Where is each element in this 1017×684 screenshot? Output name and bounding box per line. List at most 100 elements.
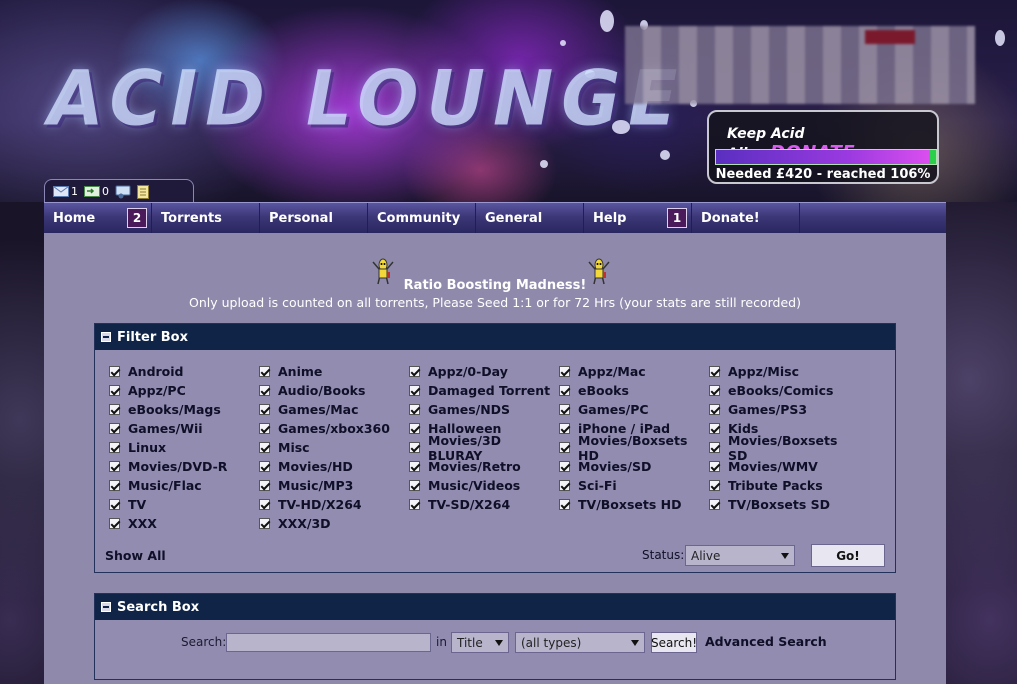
category-checkbox[interactable] bbox=[259, 518, 270, 529]
filter-box-header[interactable]: Filter Box bbox=[95, 324, 895, 350]
category-filter[interactable]: eBooks/Mags bbox=[109, 400, 259, 419]
category-checkbox[interactable] bbox=[409, 499, 420, 510]
search-input[interactable] bbox=[226, 633, 431, 652]
category-checkbox[interactable] bbox=[409, 385, 420, 396]
category-filter[interactable]: Movies/Retro bbox=[409, 457, 559, 476]
category-checkbox[interactable] bbox=[709, 442, 720, 453]
category-filter[interactable]: XXX bbox=[109, 514, 259, 533]
category-filter[interactable]: Appz/PC bbox=[109, 381, 259, 400]
category-filter[interactable]: Appz/Mac bbox=[559, 362, 709, 381]
category-checkbox[interactable] bbox=[559, 461, 570, 472]
category-filter[interactable]: Music/Flac bbox=[109, 476, 259, 495]
category-filter[interactable]: Movies/SD bbox=[559, 457, 709, 476]
category-checkbox[interactable] bbox=[259, 404, 270, 415]
category-checkbox[interactable] bbox=[259, 385, 270, 396]
category-filter[interactable]: Movies/WMV bbox=[709, 457, 859, 476]
category-filter[interactable]: Appz/Misc bbox=[709, 362, 859, 381]
category-checkbox[interactable] bbox=[709, 480, 720, 491]
category-filter[interactable]: Games/Mac bbox=[259, 400, 409, 419]
category-checkbox[interactable] bbox=[559, 366, 570, 377]
category-filter[interactable]: Audio/Books bbox=[259, 381, 409, 400]
category-filter[interactable]: eBooks/Comics bbox=[709, 381, 859, 400]
category-checkbox[interactable] bbox=[409, 423, 420, 434]
category-filter[interactable]: Games/xbox360 bbox=[259, 419, 409, 438]
category-filter[interactable]: Linux bbox=[109, 438, 259, 457]
category-checkbox[interactable] bbox=[409, 404, 420, 415]
category-checkbox[interactable] bbox=[109, 461, 120, 472]
search-box-header[interactable]: Search Box bbox=[95, 594, 895, 620]
category-checkbox[interactable] bbox=[259, 423, 270, 434]
category-checkbox[interactable] bbox=[409, 480, 420, 491]
go-button[interactable]: Go! bbox=[811, 544, 885, 567]
category-filter[interactable]: TV/Boxsets SD bbox=[709, 495, 859, 514]
category-checkbox[interactable] bbox=[259, 480, 270, 491]
category-checkbox[interactable] bbox=[709, 499, 720, 510]
messages-link[interactable]: 1 bbox=[53, 185, 78, 198]
category-checkbox[interactable] bbox=[709, 423, 720, 434]
category-checkbox[interactable] bbox=[259, 461, 270, 472]
category-checkbox[interactable] bbox=[109, 366, 120, 377]
category-filter[interactable]: Games/PC bbox=[559, 400, 709, 419]
category-filter[interactable]: Games/PS3 bbox=[709, 400, 859, 419]
category-filter[interactable]: Anime bbox=[259, 362, 409, 381]
category-filter[interactable]: TV-SD/X264 bbox=[409, 495, 559, 514]
category-filter[interactable]: Music/MP3 bbox=[259, 476, 409, 495]
category-filter[interactable]: eBooks bbox=[559, 381, 709, 400]
category-filter[interactable]: Sci-Fi bbox=[559, 476, 709, 495]
category-checkbox[interactable] bbox=[109, 404, 120, 415]
category-checkbox[interactable] bbox=[109, 442, 120, 453]
category-checkbox[interactable] bbox=[109, 423, 120, 434]
category-checkbox[interactable] bbox=[409, 442, 420, 453]
category-filter[interactable]: Damaged Torrent bbox=[409, 381, 559, 400]
search-submit-button[interactable]: Search! bbox=[651, 632, 697, 653]
category-checkbox[interactable] bbox=[109, 385, 120, 396]
category-checkbox[interactable] bbox=[259, 442, 270, 453]
donate-widget[interactable]: Keep Acid AliveDONATE Needed £420 - reac… bbox=[707, 110, 939, 184]
nav-community[interactable]: Community bbox=[368, 203, 476, 233]
category-checkbox[interactable] bbox=[709, 461, 720, 472]
category-filter[interactable]: Appz/0-Day bbox=[409, 362, 559, 381]
category-filter[interactable]: Games/Wii bbox=[109, 419, 259, 438]
category-checkbox[interactable] bbox=[559, 404, 570, 415]
category-checkbox[interactable] bbox=[559, 423, 570, 434]
search-type-select[interactable]: (all types) bbox=[515, 632, 645, 653]
category-checkbox[interactable] bbox=[559, 499, 570, 510]
notes-link[interactable] bbox=[137, 184, 149, 199]
category-checkbox[interactable] bbox=[259, 499, 270, 510]
nav-general[interactable]: General bbox=[476, 203, 584, 233]
category-checkbox[interactable] bbox=[559, 442, 570, 453]
nav-donate[interactable]: Donate! bbox=[692, 203, 800, 233]
category-filter[interactable]: Music/Videos bbox=[409, 476, 559, 495]
category-filter[interactable]: Movies/DVD-R bbox=[109, 457, 259, 476]
category-filter[interactable]: Movies/Boxsets SD bbox=[709, 433, 859, 463]
category-filter[interactable]: Tribute Packs bbox=[709, 476, 859, 495]
category-checkbox[interactable] bbox=[409, 461, 420, 472]
category-filter[interactable]: Misc bbox=[259, 438, 409, 457]
nav-torrents[interactable]: Torrents bbox=[152, 203, 260, 233]
category-checkbox[interactable] bbox=[559, 480, 570, 491]
category-filter[interactable]: TV bbox=[109, 495, 259, 514]
collapse-icon[interactable] bbox=[101, 602, 111, 612]
category-checkbox[interactable] bbox=[709, 366, 720, 377]
category-filter[interactable]: Movies/3D BLURAY bbox=[409, 433, 559, 463]
category-checkbox[interactable] bbox=[109, 518, 120, 529]
category-checkbox[interactable] bbox=[559, 385, 570, 396]
nav-help[interactable]: Help 1 bbox=[584, 203, 692, 233]
nav-personal[interactable]: Personal bbox=[260, 203, 368, 233]
category-filter[interactable]: Games/NDS bbox=[409, 400, 559, 419]
category-filter[interactable]: Movies/HD bbox=[259, 457, 409, 476]
show-all-link[interactable]: Show All bbox=[105, 548, 166, 563]
nav-home[interactable]: Home 2 bbox=[44, 203, 152, 233]
site-logo[interactable]: ACID LOUNGE bbox=[48, 54, 686, 142]
category-checkbox[interactable] bbox=[259, 366, 270, 377]
category-checkbox[interactable] bbox=[409, 366, 420, 377]
advanced-search-link[interactable]: Advanced Search bbox=[705, 634, 827, 649]
category-filter[interactable]: TV-HD/X264 bbox=[259, 495, 409, 514]
category-checkbox[interactable] bbox=[109, 480, 120, 491]
category-filter[interactable]: TV/Boxsets HD bbox=[559, 495, 709, 514]
category-checkbox[interactable] bbox=[709, 404, 720, 415]
category-checkbox[interactable] bbox=[709, 385, 720, 396]
inbox-link[interactable]: 0 bbox=[84, 185, 109, 198]
category-filter[interactable]: Movies/Boxsets HD bbox=[559, 433, 709, 463]
friends-link[interactable] bbox=[115, 185, 131, 199]
